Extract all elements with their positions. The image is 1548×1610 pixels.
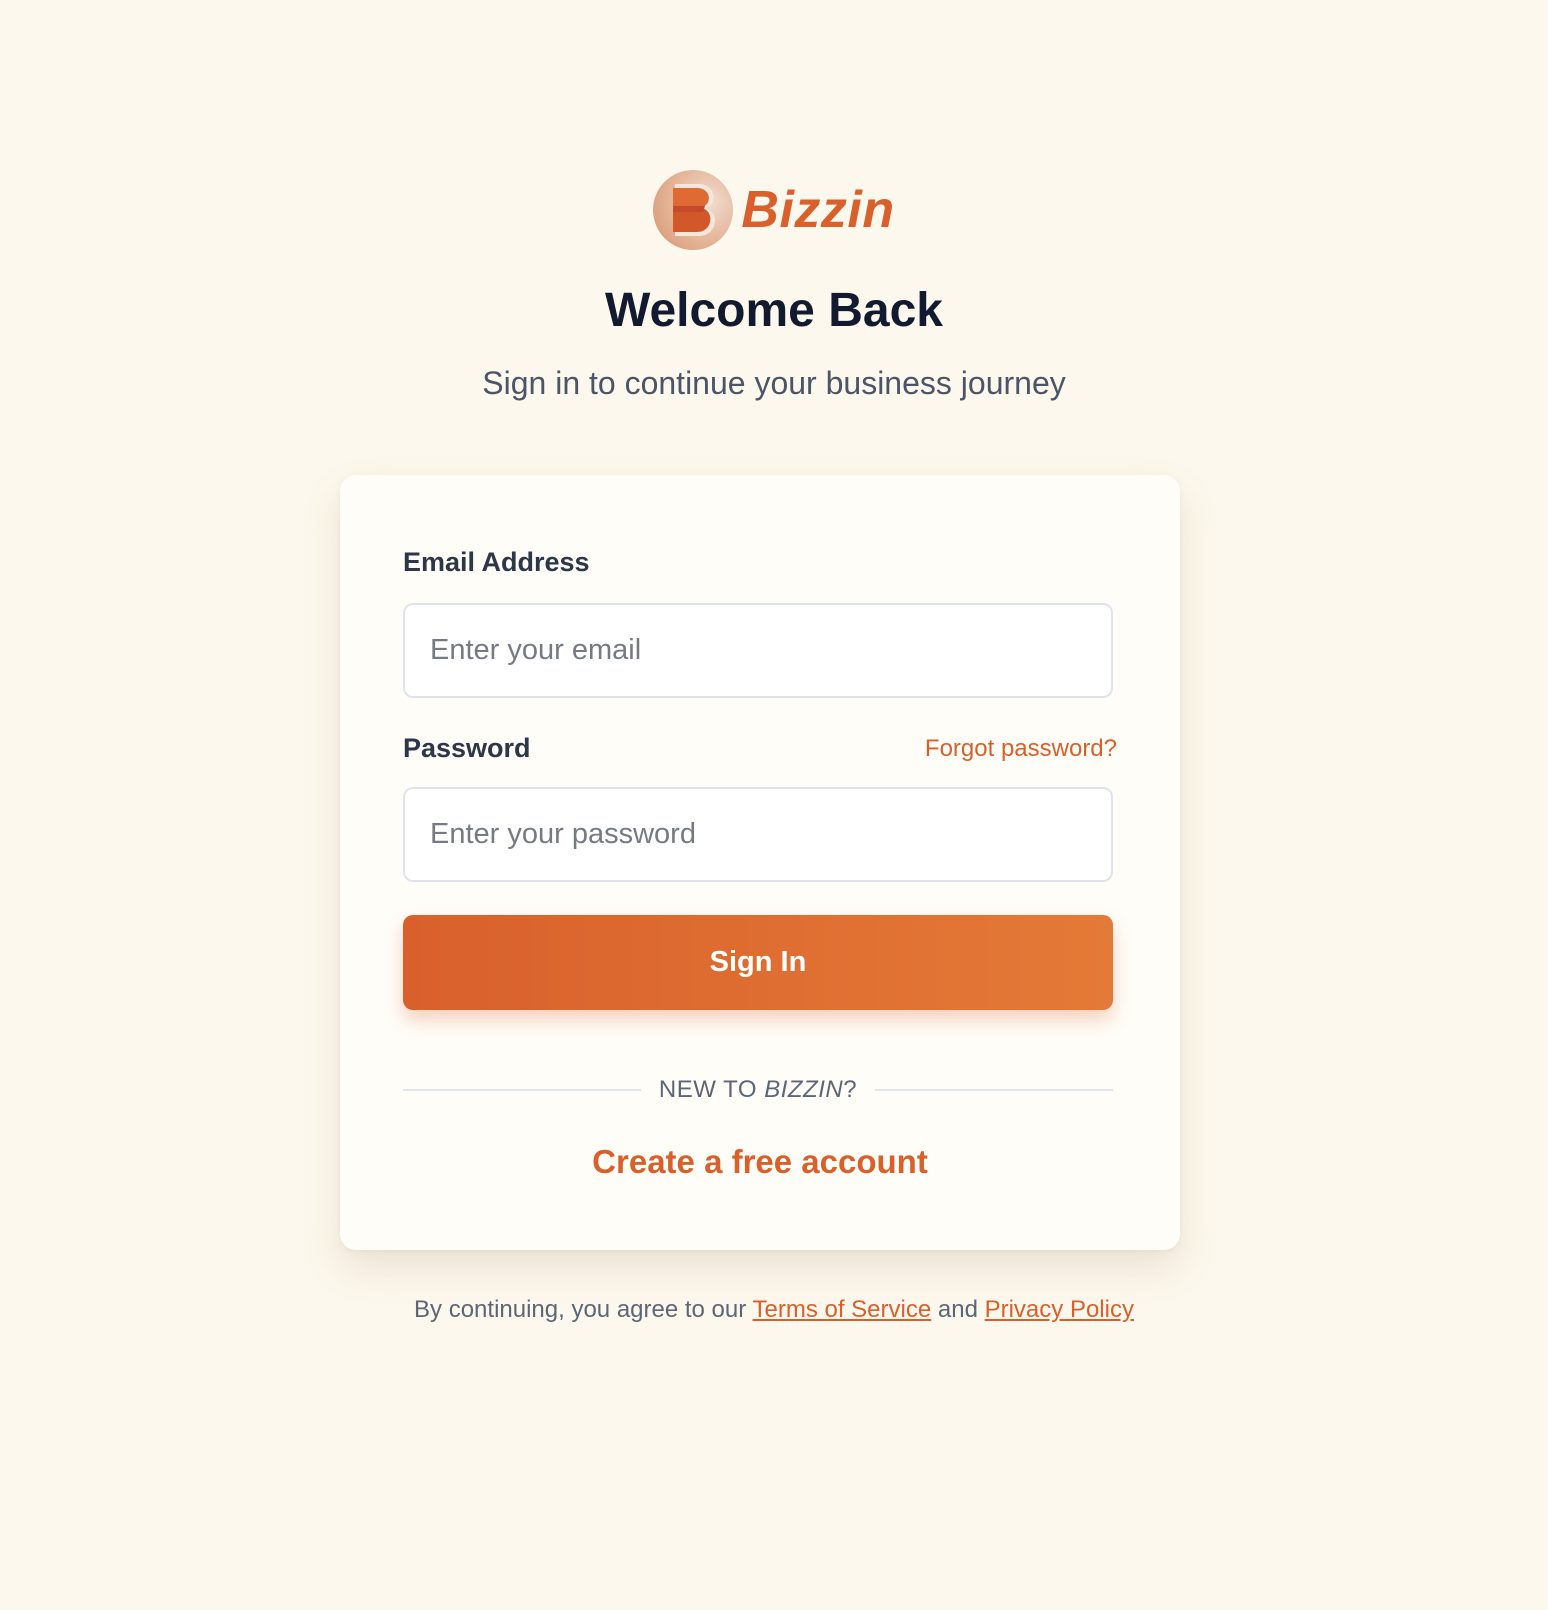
brand-name: Bizzin bbox=[741, 181, 895, 239]
page-title: Welcome Back bbox=[605, 284, 943, 337]
divider-suffix: ? bbox=[843, 1076, 858, 1103]
sign-in-button[interactable]: Sign In bbox=[403, 915, 1113, 1010]
sign-in-card: Email Address Password Forgot password? … bbox=[340, 475, 1180, 1250]
footer-prefix: By continuing, you agree to our bbox=[414, 1296, 753, 1323]
divider-line-right bbox=[875, 1089, 1113, 1091]
brand-header: Bizzin bbox=[0, 170, 1548, 250]
b-letter-logo-icon bbox=[653, 170, 734, 250]
login-page: Bizzin Welcome Back Sign in to continue … bbox=[0, 0, 1548, 1610]
divider-brand: BIZZIN bbox=[764, 1076, 844, 1103]
privacy-policy-link[interactable]: Privacy Policy bbox=[985, 1296, 1134, 1323]
footer-middle: and bbox=[931, 1296, 985, 1323]
new-user-divider: NEW TO BIZZIN? bbox=[403, 1070, 1113, 1110]
divider-text: NEW TO BIZZIN? bbox=[659, 1076, 857, 1104]
password-label: Password bbox=[403, 733, 531, 763]
terms-of-service-link[interactable]: Terms of Service bbox=[752, 1296, 931, 1323]
divider-line-left bbox=[403, 1089, 641, 1091]
email-label: Email Address bbox=[403, 547, 590, 577]
page-subtitle: Sign in to continue your business journe… bbox=[482, 365, 1066, 401]
legal-footer: By continuing, you agree to our Terms of… bbox=[0, 1296, 1548, 1324]
password-field[interactable] bbox=[403, 787, 1113, 882]
email-field[interactable] bbox=[403, 603, 1113, 698]
divider-prefix: NEW TO bbox=[658, 1076, 765, 1103]
create-account-link[interactable]: Create a free account bbox=[340, 1143, 1180, 1181]
forgot-password-link[interactable]: Forgot password? bbox=[925, 735, 1117, 763]
